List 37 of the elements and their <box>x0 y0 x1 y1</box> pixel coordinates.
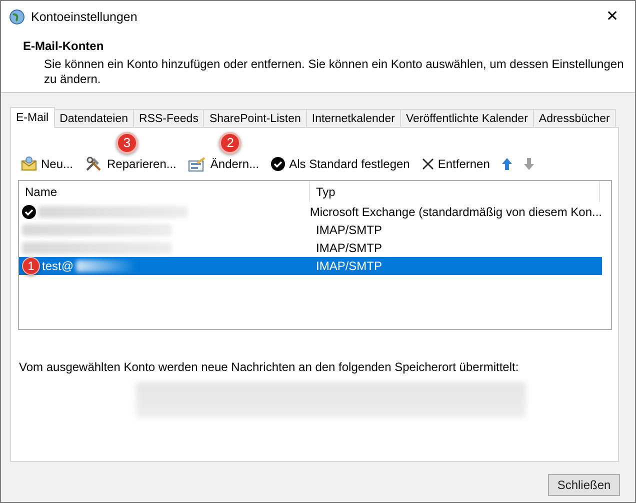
tab[interactable]: Adressbücher <box>532 109 616 127</box>
blurred-text <box>76 260 136 272</box>
window-title: Kontoeinstellungen <box>31 8 138 26</box>
envelope-icon <box>21 156 37 172</box>
check-icon <box>271 157 286 171</box>
edit-icon <box>188 156 206 172</box>
callout-badge: 3 <box>116 132 138 154</box>
tab[interactable]: E-Mail <box>10 107 55 128</box>
delivery-text: Vom ausgewählten Konto werden neue Nachrichten an den folgenden Speicherort übermittelt: <box>18 359 520 376</box>
callout-badge: 1 <box>22 257 40 275</box>
default-check-icon <box>22 205 36 219</box>
close-button[interactable]: ✕ <box>598 6 627 28</box>
list-row[interactable]: IMAP/SMTP <box>19 221 602 239</box>
callout-badge: 2 <box>219 132 242 154</box>
account-type: IMAP/SMTP <box>315 240 382 257</box>
toolbar-button[interactable]: Ändern... <box>185 155 262 173</box>
toolbar-button[interactable]: Neu... <box>18 155 76 173</box>
column-header[interactable]: Name <box>19 182 58 200</box>
toolbar-button[interactable]: Als Standard festlegen <box>268 155 413 173</box>
tools-icon <box>85 156 104 172</box>
account-type: Microsoft Exchange (standardmäßig von diesem Kon... <box>308 204 602 221</box>
list-row[interactable]: Microsoft Exchange (standardmäßig von diesem Kon... <box>19 203 602 221</box>
column-header[interactable]: Typ <box>310 182 336 200</box>
arrow-up-icon <box>502 158 512 170</box>
section-title: E-Mail-Konten <box>23 38 105 55</box>
globe-icon <box>9 9 25 25</box>
toolbar-button[interactable]: Entfernen <box>418 155 493 173</box>
description-text: Sie können ein Konto hinzufügen oder entfernen. Sie können ein Konto auswählen, um dessen Einstellungen zu ändern. <box>43 57 625 87</box>
account-type: IMAP/SMTP <box>315 258 382 275</box>
list-row[interactable]: 1 test@ IMAP/SMTP <box>19 257 602 275</box>
list-row[interactable]: IMAP/SMTP <box>19 239 602 257</box>
close-button[interactable]: Schließen <box>548 474 620 496</box>
account-name: test@ <box>42 258 74 275</box>
arrow-down-icon <box>524 158 534 170</box>
toolbar-button[interactable]: Reparieren... <box>82 155 180 173</box>
account-type: IMAP/SMTP <box>315 222 382 239</box>
close-icon <box>422 158 434 170</box>
